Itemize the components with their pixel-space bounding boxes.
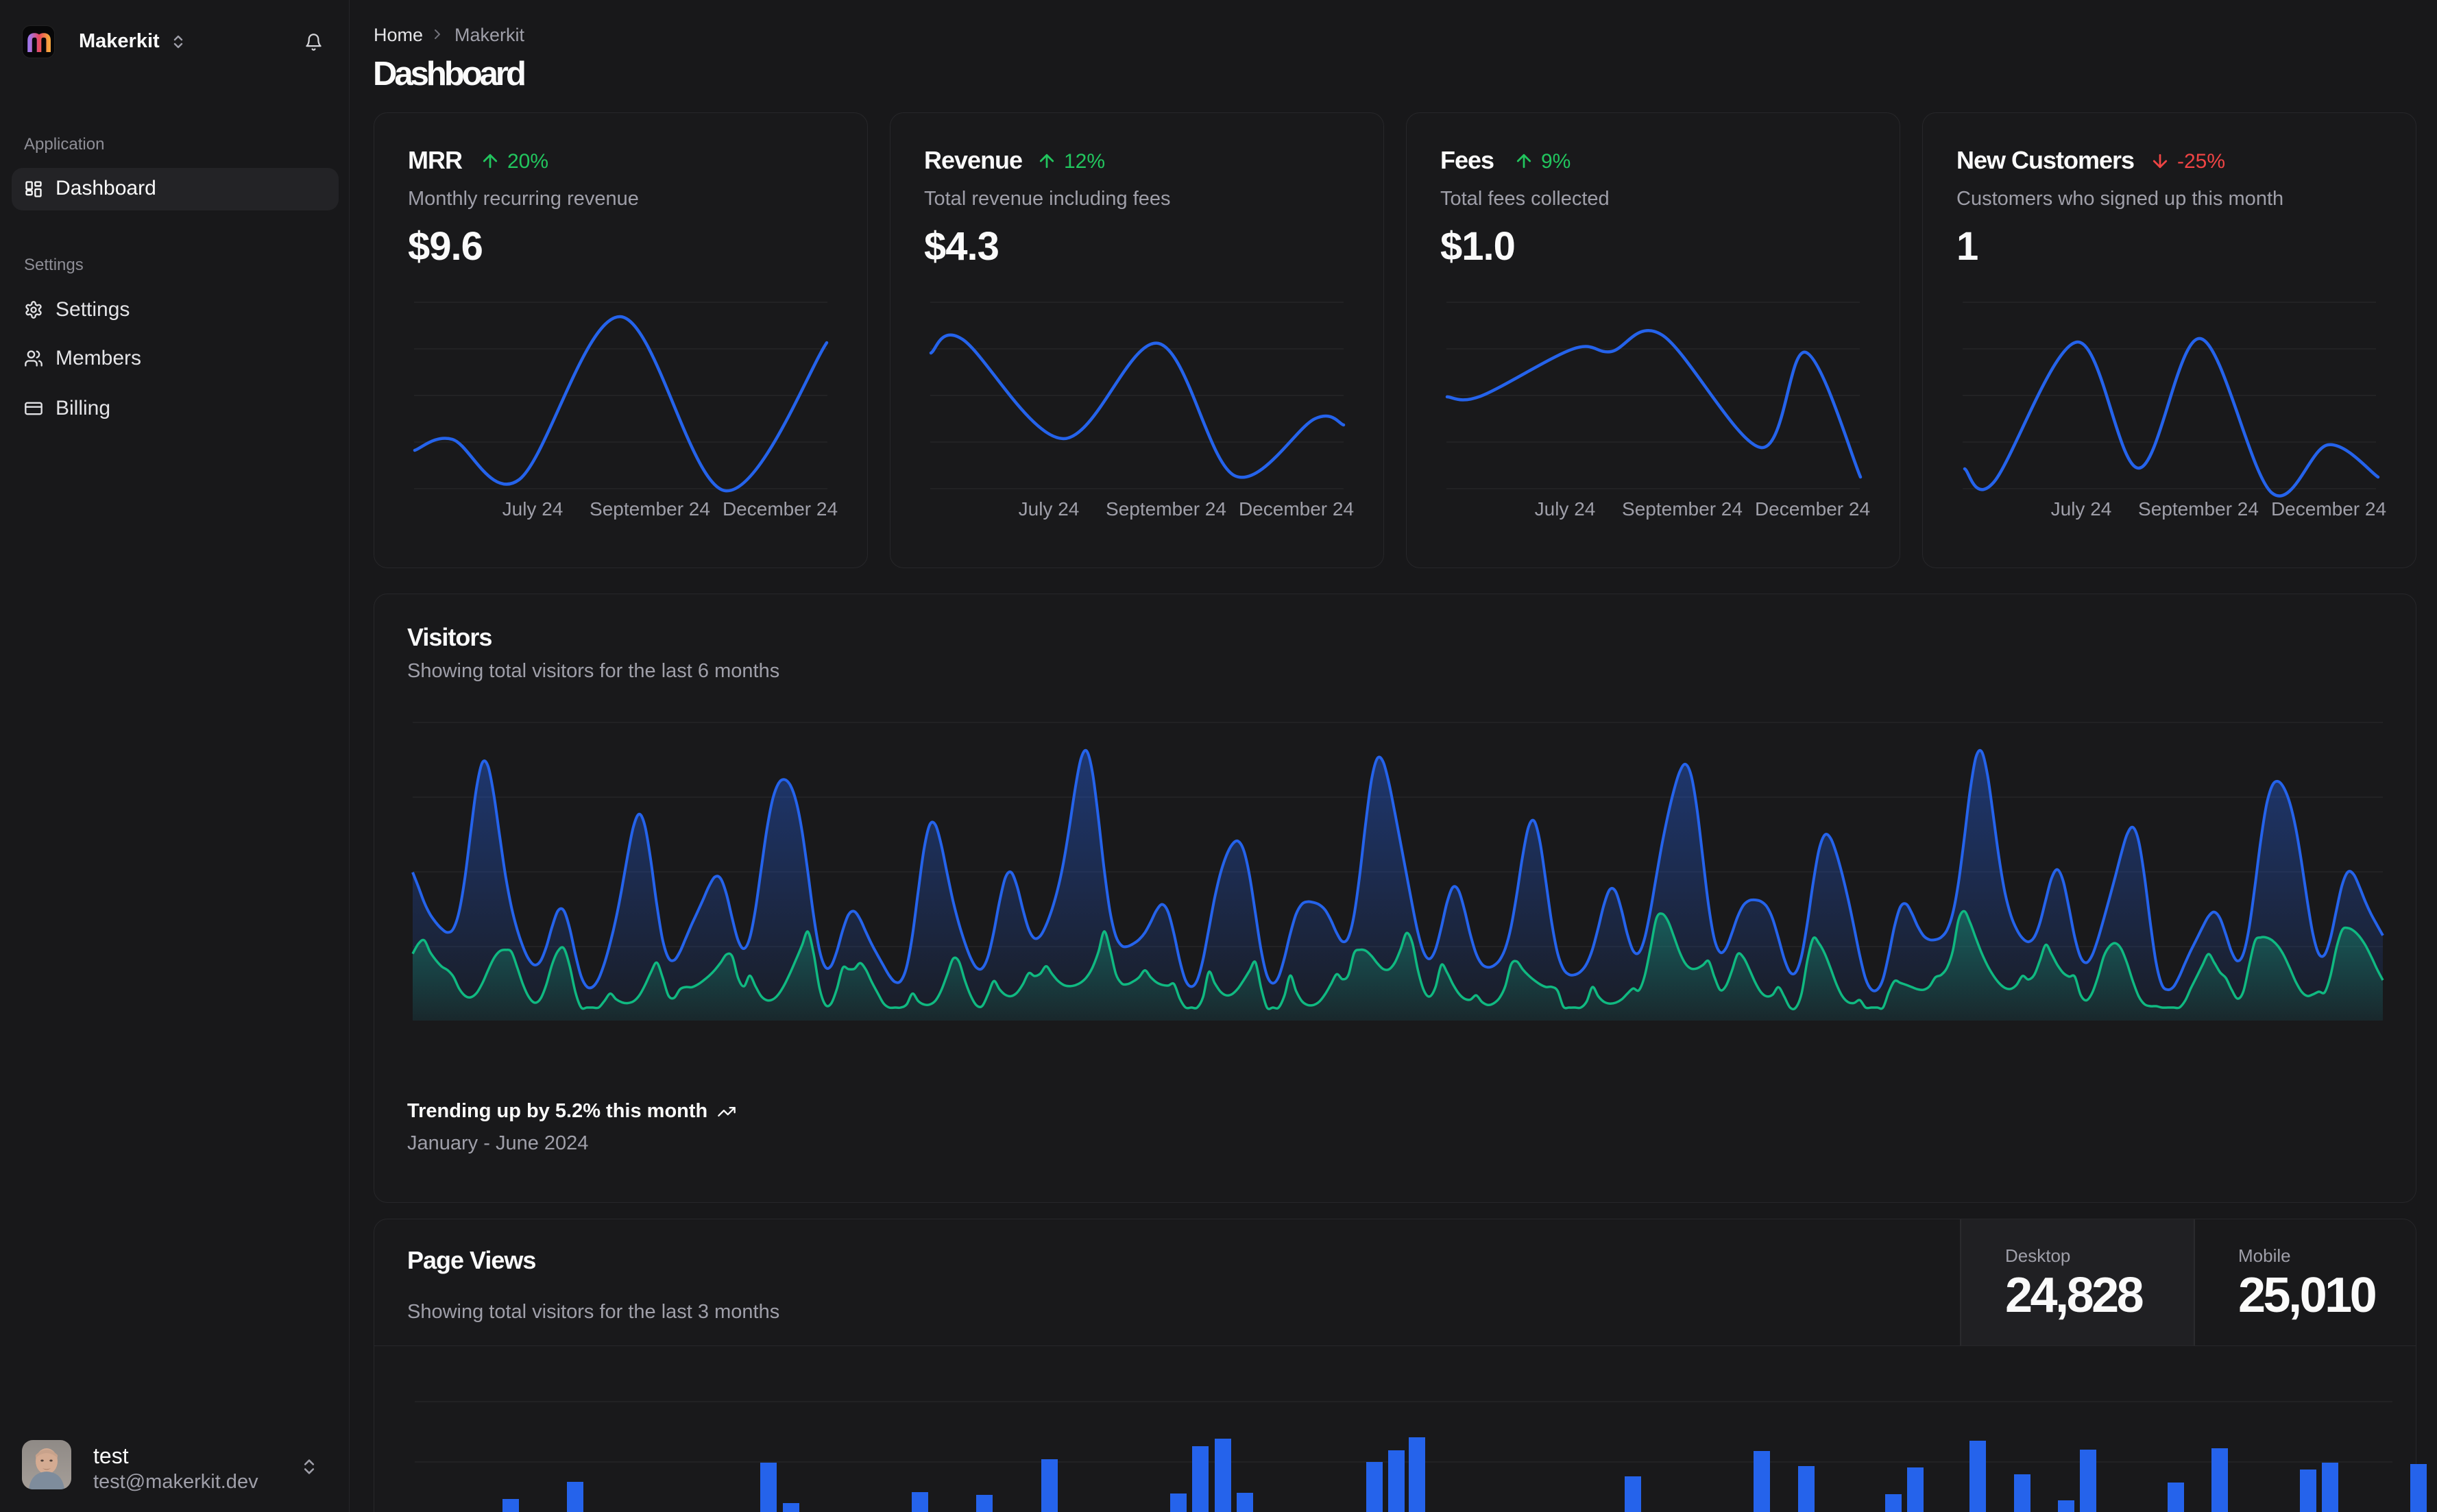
svg-text:September 24: September 24 xyxy=(1622,498,1743,520)
svg-text:July 24: July 24 xyxy=(502,498,563,520)
svg-text:September 24: September 24 xyxy=(2138,498,2259,520)
svg-text:July 24: July 24 xyxy=(2051,498,2112,520)
svg-text:September 24: September 24 xyxy=(590,498,710,520)
svg-text:December 24: December 24 xyxy=(1755,498,1870,520)
svg-text:July 24: July 24 xyxy=(1019,498,1080,520)
svg-text:December 24: December 24 xyxy=(1239,498,1354,520)
svg-text:December 24: December 24 xyxy=(2271,498,2386,520)
svg-text:December 24: December 24 xyxy=(723,498,838,520)
svg-text:September 24: September 24 xyxy=(1106,498,1226,520)
svg-text:July 24: July 24 xyxy=(1535,498,1596,520)
